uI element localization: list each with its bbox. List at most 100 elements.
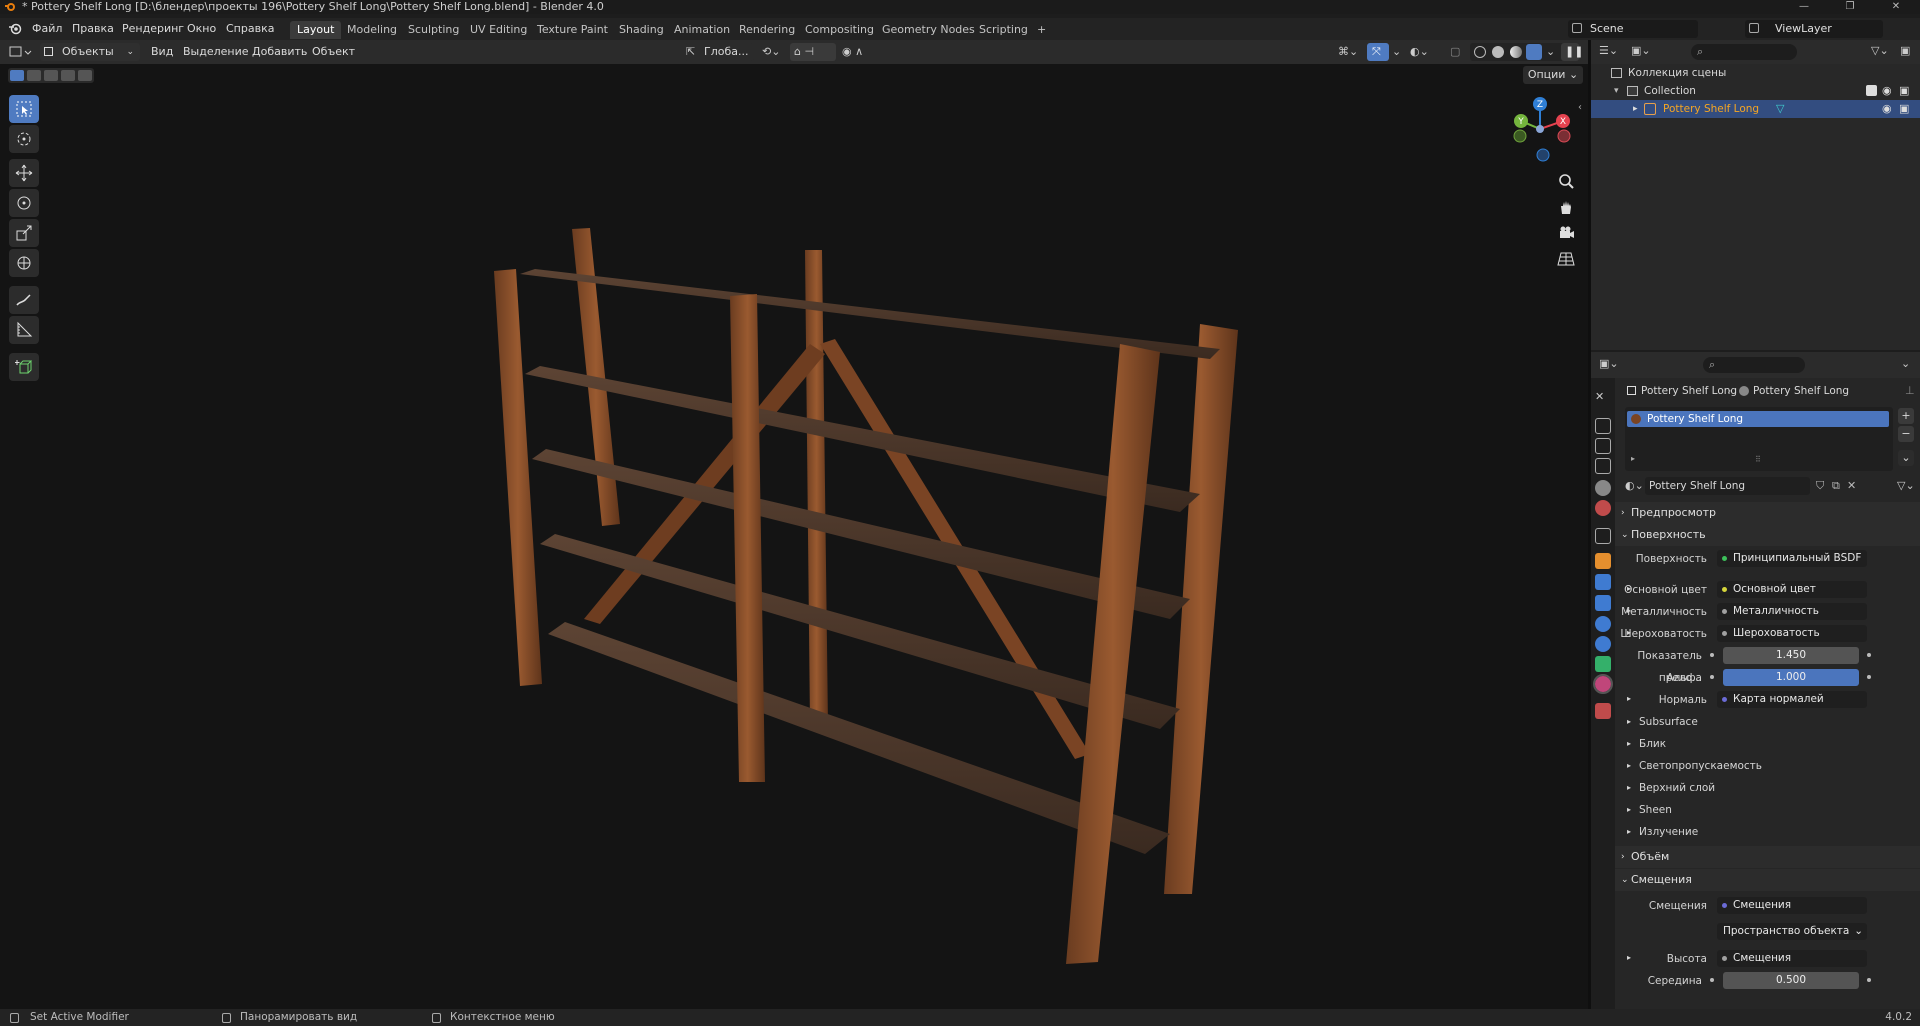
- minimize-icon[interactable]: —: [1784, 0, 1824, 14]
- tab-modeling[interactable]: Modeling: [340, 21, 404, 39]
- menu-view[interactable]: Вид: [151, 44, 173, 60]
- display-mode-icon[interactable]: ▣⌄: [1631, 44, 1651, 57]
- menu-window[interactable]: Окно: [187, 21, 216, 37]
- physics-tab-icon[interactable]: [1595, 616, 1611, 632]
- duplicate-icon[interactable]: ⧉: [1832, 479, 1840, 493]
- chevron-down-icon[interactable]: ⌄: [1898, 450, 1914, 466]
- perspective-grid-icon[interactable]: [1555, 248, 1577, 270]
- space-select[interactable]: Пространство объекта ⌄: [1717, 923, 1867, 940]
- properties-editor-icon[interactable]: ▣⌄: [1599, 357, 1619, 370]
- section-surface[interactable]: ⌄ Поверхность: [1615, 524, 1920, 546]
- chevron-down-icon[interactable]: ⌄: [1901, 357, 1910, 370]
- alpha-slider[interactable]: 1.000: [1723, 669, 1859, 686]
- transform-tool[interactable]: [9, 249, 39, 277]
- select-invert-icon[interactable]: [61, 70, 75, 81]
- expand-icon[interactable]: ▾: [1614, 83, 1619, 99]
- cursor-tool[interactable]: [9, 125, 39, 153]
- properties-search-input[interactable]: ⌕: [1703, 357, 1805, 373]
- pan-hand-icon[interactable]: [1555, 196, 1577, 218]
- resize-handle-icon[interactable]: ⠿: [1755, 455, 1761, 464]
- tab-scripting[interactable]: Scripting: [972, 21, 1035, 39]
- metallic-field[interactable]: Металличность: [1717, 603, 1867, 620]
- pottery-shelf-model[interactable]: [480, 194, 1260, 974]
- menu-render[interactable]: Рендеринг: [122, 21, 184, 37]
- outliner-editor-icon[interactable]: ☰⌄: [1599, 44, 1618, 57]
- subpanel-coat[interactable]: ▸ Верхний слой: [1615, 777, 1920, 799]
- tree-row-collection[interactable]: ▾ Collection ◉ ▣: [1591, 82, 1920, 100]
- expand-icon[interactable]: ▸: [1633, 101, 1638, 117]
- select-new-icon[interactable]: [10, 70, 24, 81]
- menu-file[interactable]: Файл: [32, 21, 62, 37]
- section-preview[interactable]: › Предпросмотр: [1615, 502, 1920, 524]
- annotate-tool[interactable]: [9, 286, 39, 314]
- pause-render-button[interactable]: ❚❚: [1561, 43, 1583, 61]
- eye-icon[interactable]: ◉: [1882, 83, 1892, 99]
- select-extend-icon[interactable]: [27, 70, 41, 81]
- render-tab-icon[interactable]: [1595, 418, 1611, 434]
- remove-slot-icon[interactable]: −: [1898, 426, 1914, 442]
- menu-object[interactable]: Объект: [312, 44, 355, 60]
- tab-shading[interactable]: Shading: [612, 21, 671, 39]
- section-volume[interactable]: › Объём: [1615, 846, 1920, 868]
- material-name-field[interactable]: Pottery Shelf Long: [1645, 477, 1810, 495]
- snap-toggle[interactable]: ⌂ ⊣: [790, 43, 836, 61]
- collection-tab-icon[interactable]: [1595, 528, 1611, 544]
- measure-tool[interactable]: [9, 316, 39, 344]
- tab-texture-paint[interactable]: Texture Paint: [530, 21, 615, 39]
- menu-add[interactable]: Добавить: [252, 44, 307, 60]
- displacement-field[interactable]: Смещения: [1717, 897, 1867, 914]
- subpanel-sheen[interactable]: ▸ Sheen: [1615, 799, 1920, 821]
- tree-row-pottery-shelf[interactable]: ▸ Pottery Shelf Long ▽ ◉ ▣: [1591, 100, 1920, 118]
- tab-sculpting[interactable]: Sculpting: [401, 21, 466, 39]
- select-subtract-icon[interactable]: [44, 70, 58, 81]
- chevron-down-icon[interactable]: ⌄: [1392, 44, 1401, 60]
- rotate-tool[interactable]: [9, 189, 39, 217]
- ior-slider[interactable]: 1.450: [1723, 647, 1859, 664]
- keyframe-dot-icon[interactable]: [1867, 978, 1871, 982]
- material-shading-icon[interactable]: [1510, 46, 1522, 58]
- add-cube-tool[interactable]: [9, 353, 39, 381]
- rendered-shading-icon[interactable]: [1526, 44, 1542, 60]
- keyframe-dot-icon[interactable]: [1867, 675, 1871, 679]
- blender-menu-icon[interactable]: [8, 22, 22, 36]
- particles-tab-icon[interactable]: [1595, 595, 1611, 611]
- subpanel-emission[interactable]: ▸ Излучение: [1615, 821, 1920, 843]
- menu-edit[interactable]: Правка: [72, 21, 114, 37]
- tab-rendering[interactable]: Rendering: [732, 21, 802, 39]
- checkbox-icon[interactable]: [1866, 85, 1877, 96]
- keyframe-dot-icon[interactable]: [1867, 653, 1871, 657]
- scene-selector[interactable]: Scene: [1568, 20, 1698, 38]
- tab-layout[interactable]: Layout: [290, 21, 342, 39]
- tab-compositing[interactable]: Compositing: [798, 21, 881, 39]
- select-box-tool[interactable]: [9, 95, 39, 123]
- pin-icon[interactable]: ⊥: [1905, 383, 1915, 399]
- expand-icon[interactable]: ▸: [1631, 454, 1635, 463]
- mode-select[interactable]: Объекты ⌄: [40, 43, 140, 61]
- filter-icon[interactable]: ▽⌄: [1897, 479, 1915, 492]
- outliner-search-input[interactable]: ⌕: [1691, 44, 1797, 60]
- solid-shading-icon[interactable]: [1492, 46, 1504, 58]
- midlevel-slider[interactable]: 0.500: [1723, 972, 1859, 989]
- unlink-icon[interactable]: ✕: [1847, 479, 1856, 492]
- add-slot-icon[interactable]: +: [1898, 408, 1914, 424]
- chevron-down-icon[interactable]: ⌄: [1546, 44, 1555, 60]
- options-button[interactable]: Опции ⌄: [1523, 66, 1583, 84]
- tab-uv-editing[interactable]: UV Editing: [463, 21, 534, 39]
- tab-animation[interactable]: Animation: [667, 21, 737, 39]
- material-slot-row[interactable]: Pottery Shelf Long: [1627, 411, 1889, 427]
- overlay-icon[interactable]: ◐⌄: [1410, 44, 1429, 60]
- chevron-left-icon[interactable]: ‹: [1578, 102, 1582, 113]
- menu-select[interactable]: Выделение: [183, 44, 249, 60]
- breadcrumb-object[interactable]: Pottery Shelf Long: [1641, 383, 1737, 399]
- tool-tab-icon[interactable]: ✕: [1595, 390, 1611, 406]
- section-displacement[interactable]: ⌄ Смещения: [1615, 869, 1920, 891]
- base-color-field[interactable]: Основной цвет: [1717, 581, 1867, 598]
- proportional-edit-icon[interactable]: ◉ ∧: [842, 44, 863, 60]
- surface-shader-field[interactable]: Принципиальный BSDF: [1717, 550, 1867, 567]
- texture-tab-icon[interactable]: [1595, 703, 1611, 719]
- select-intersect-icon[interactable]: [78, 70, 92, 81]
- camera-icon[interactable]: ▣: [1899, 101, 1909, 117]
- breadcrumb-material[interactable]: Pottery Shelf Long: [1753, 383, 1849, 399]
- eye-icon[interactable]: ◉: [1882, 101, 1892, 117]
- pivot-icon[interactable]: ⟲⌄: [762, 44, 780, 60]
